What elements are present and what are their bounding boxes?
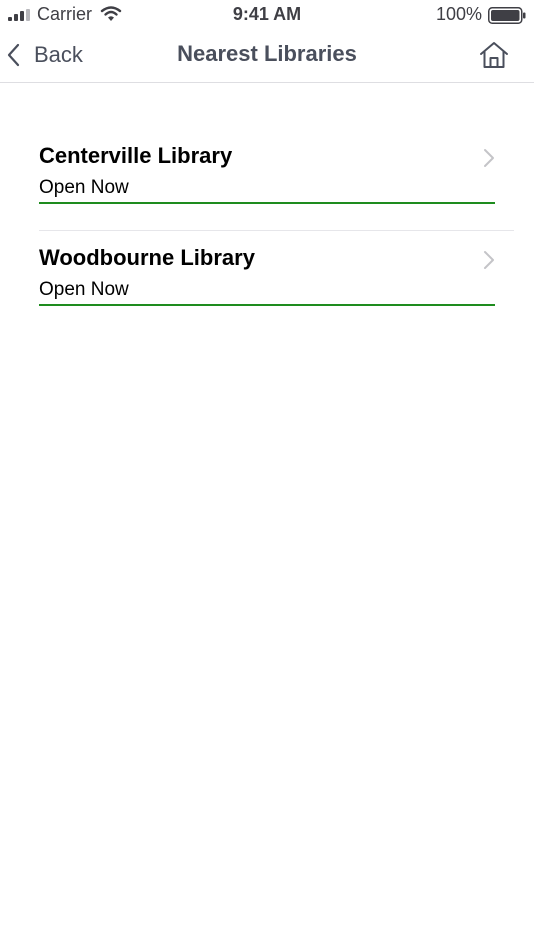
library-status: Open Now — [39, 279, 129, 300]
chevron-right-icon — [484, 149, 494, 167]
library-status: Open Now — [39, 177, 129, 198]
open-status-indicator — [39, 304, 495, 306]
chevron-right-icon — [484, 251, 494, 269]
page-title: Nearest Libraries — [177, 41, 357, 66]
library-name: Woodbourne Library — [39, 245, 255, 270]
library-row-centerville[interactable]: Centerville Library Open Now — [0, 129, 534, 231]
home-icon[interactable] — [478, 39, 510, 71]
library-row-woodbourne[interactable]: Woodbourne Library Open Now — [0, 231, 534, 333]
status-bar: Carrier 9:41 AM 100% — [0, 0, 534, 30]
navigation-bar: Back Nearest Libraries — [0, 30, 534, 83]
battery-percentage: 100% — [435, 4, 482, 24]
open-status-indicator — [39, 202, 495, 204]
battery-icon — [488, 7, 526, 24]
library-list: Centerville Library Open Now Woodbourne … — [0, 129, 534, 333]
library-name: Centerville Library — [39, 143, 233, 168]
